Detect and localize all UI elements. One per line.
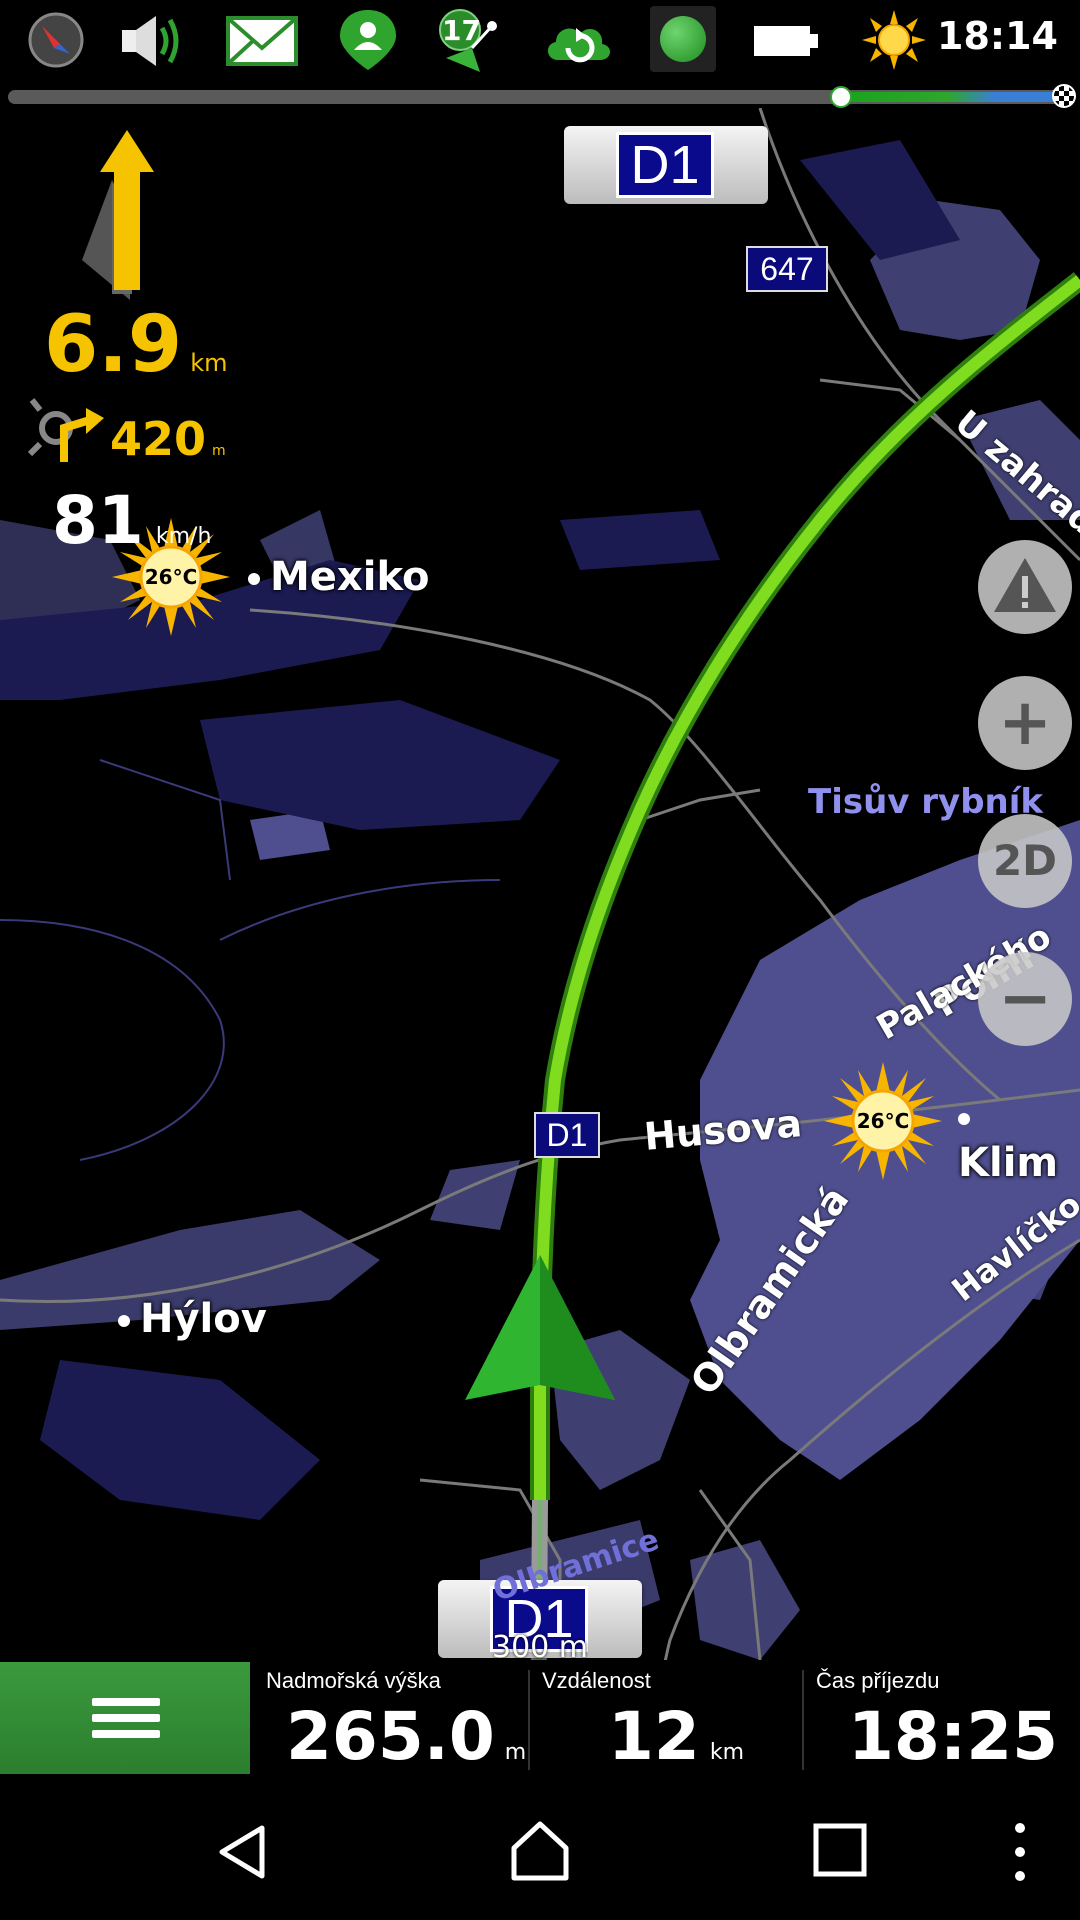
overflow-menu-icon[interactable]: [1010, 1820, 1030, 1884]
turn-direction-icon: [82, 130, 154, 300]
report-warning-button[interactable]: [978, 540, 1072, 634]
route-progress-start-marker: [830, 86, 852, 108]
roundabout-icon: [27, 398, 104, 462]
highway-sign-top: D1: [564, 126, 768, 204]
place-hylov[interactable]: Hýlov: [118, 1296, 267, 1342]
altitude-value: 265.0 m: [286, 1698, 527, 1775]
cloud-sync-icon: [547, 28, 611, 63]
zoom-in-button[interactable]: +: [978, 676, 1072, 770]
finish-flag-icon: [1052, 84, 1076, 108]
distance-label: Vzdálenost: [542, 1668, 651, 1693]
menu-button[interactable]: [0, 1662, 250, 1774]
arrival-time-widget[interactable]: Čas příjezdu 18:25: [802, 1662, 1080, 1775]
status-bar: 17 18:14: [0, 0, 1080, 82]
place-klim[interactable]: Klim: [958, 1094, 1080, 1186]
place-mexiko[interactable]: Mexiko: [248, 554, 429, 600]
weather-sun-right[interactable]: 26°C: [818, 1056, 948, 1186]
satellite-count: 17: [442, 14, 481, 47]
system-nav-bar: [0, 1776, 1080, 1920]
recent-apps-icon[interactable]: [812, 1822, 868, 1878]
road-number-d1: D1: [534, 1112, 600, 1158]
back-icon[interactable]: [210, 1820, 274, 1884]
altitude-widget[interactable]: Nadmořská výška 265.0 m: [252, 1662, 528, 1775]
arrival-time-value: 18:25: [848, 1698, 1059, 1775]
home-icon[interactable]: [506, 1818, 574, 1884]
current-position-arrow: [465, 1255, 615, 1400]
volume-icon: [122, 16, 179, 66]
route-progress-fill: [836, 92, 1062, 102]
satellite-icon: 17: [432, 8, 504, 72]
mail-icon: [226, 16, 298, 66]
compass-icon: [28, 12, 84, 68]
menu-icon: [92, 1698, 160, 1706]
arrival-time-label: Čas příjezdu: [816, 1668, 940, 1693]
gps-status-icon: [650, 6, 716, 72]
distance-value: 12 km: [608, 1698, 745, 1775]
next-maneuver-distance: 6.9 km: [44, 300, 228, 390]
current-speed: 81 km/h: [52, 482, 212, 559]
battery-icon: [754, 26, 818, 56]
status-clock: 18:14: [937, 14, 1058, 58]
road-number-647: 647: [746, 246, 828, 292]
zoom-out-button[interactable]: −: [978, 952, 1072, 1046]
following-maneuver-distance: 420 m: [110, 412, 226, 466]
route-progress-bar: [8, 84, 1076, 108]
weather-sun-icon: [862, 10, 926, 70]
distance-widget[interactable]: Vzdálenost 12 km: [528, 1662, 802, 1775]
contact-icon: [340, 10, 396, 70]
altitude-label: Nadmořská výška: [266, 1668, 441, 1693]
view-mode-2d-button[interactable]: 2D: [978, 814, 1072, 908]
